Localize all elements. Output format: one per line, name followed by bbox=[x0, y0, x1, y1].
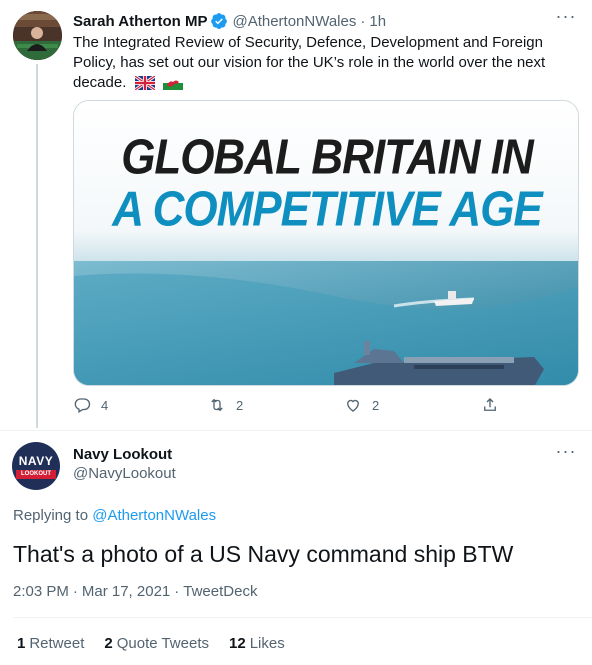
union-jack-flag-icon bbox=[133, 74, 156, 96]
reply-icon bbox=[74, 398, 91, 413]
reply-count: 4 bbox=[101, 397, 109, 413]
divider bbox=[0, 430, 592, 431]
reply-button[interactable]: 4 bbox=[73, 396, 108, 414]
retweets-label: Retweet bbox=[29, 635, 85, 652]
quotes-count: 2 bbox=[104, 635, 113, 652]
tweet-time[interactable]: 1h bbox=[369, 13, 386, 30]
share-icon bbox=[484, 398, 496, 411]
separator-dot: · bbox=[174, 583, 180, 600]
retweet-button[interactable]: 2 bbox=[208, 396, 243, 414]
heart-icon bbox=[347, 399, 359, 412]
retweet-icon bbox=[211, 398, 223, 412]
tweet-time[interactable]: 2:03 PM bbox=[13, 583, 69, 600]
divider bbox=[13, 617, 592, 618]
like-button[interactable]: 2 bbox=[344, 396, 379, 414]
image-headline-line1: GLOBAL BRITAIN IN bbox=[121, 130, 534, 185]
thread-line bbox=[36, 64, 38, 428]
tweet-date[interactable]: Mar 17, 2021 bbox=[82, 583, 170, 600]
likes-label: Likes bbox=[249, 635, 285, 652]
verified-badge-icon bbox=[210, 12, 228, 30]
quotes-label: Quote Tweets bbox=[116, 635, 209, 652]
tweet-text: The Integrated Review of Security, Defen… bbox=[73, 33, 573, 96]
retweet-count: 2 bbox=[236, 397, 244, 413]
share-button[interactable] bbox=[481, 396, 509, 414]
tweet-stats: 1 Retweet 2 Quote Tweets 12 Likes bbox=[17, 635, 305, 652]
tweet-image[interactable]: GLOBAL BRITAIN IN A COMPETITIVE AGE bbox=[73, 100, 579, 386]
replying-to: Replying to @AthertonNWales bbox=[13, 507, 216, 524]
likes-count: 12 bbox=[229, 635, 246, 652]
quote-tweets-stat[interactable]: 2 Quote Tweets bbox=[104, 635, 209, 652]
like-count: 2 bbox=[372, 397, 380, 413]
separator-dot: · bbox=[360, 12, 366, 30]
tweet-actions: 4 2 2 bbox=[73, 396, 496, 418]
replying-to-link[interactable]: @AthertonNWales bbox=[92, 507, 216, 524]
image-headline-line2: A COMPETITIVE AGE bbox=[112, 182, 543, 237]
author-name[interactable]: Sarah Atherton MP bbox=[73, 13, 207, 30]
avatar-logo-subtext: LOOKOUT bbox=[21, 471, 51, 477]
author-name[interactable]: Navy Lookout bbox=[73, 446, 172, 463]
tweet-source[interactable]: TweetDeck bbox=[183, 583, 257, 600]
author-handle[interactable]: @AthertonNWales bbox=[232, 13, 356, 30]
author-handle[interactable]: @NavyLookout bbox=[73, 465, 176, 482]
likes-stat[interactable]: 12 Likes bbox=[229, 635, 285, 652]
replying-prefix: Replying to bbox=[13, 507, 89, 524]
avatar-logo-text: NAVY bbox=[18, 454, 54, 468]
retweets-count: 1 bbox=[17, 635, 26, 652]
tweet-sarah-atherton[interactable]: Sarah Atherton MP @AthertonNWales · 1h ·… bbox=[0, 0, 592, 430]
welsh-flag-icon bbox=[162, 76, 183, 96]
tweet-text: That's a photo of a US Navy command ship… bbox=[13, 541, 514, 567]
separator-dot: · bbox=[72, 583, 78, 600]
more-options-icon[interactable]: ··· bbox=[555, 442, 577, 464]
retweets-stat[interactable]: 1 Retweet bbox=[17, 635, 84, 652]
more-options-icon[interactable]: ··· bbox=[555, 7, 577, 29]
avatar[interactable] bbox=[13, 11, 62, 60]
avatar[interactable]: NAVY LOOKOUT bbox=[12, 442, 60, 490]
tweet-meta: 2:03 PM · Mar 17, 2021 · TweetDeck bbox=[13, 583, 257, 600]
